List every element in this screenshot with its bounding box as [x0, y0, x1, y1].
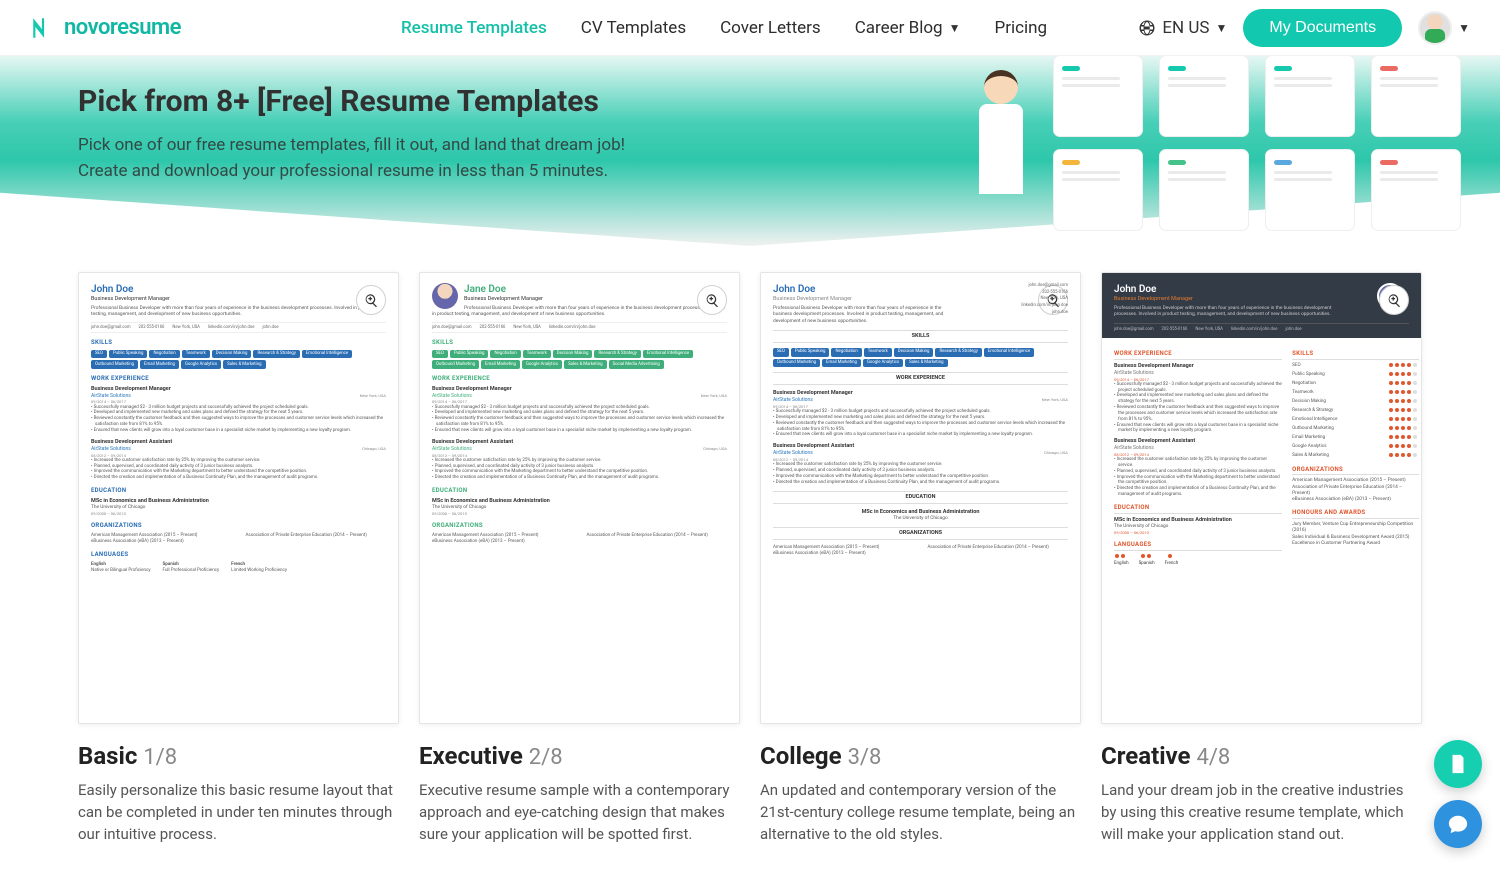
- contact-row: john.doe@gmail.com202-555-0166New York, …: [91, 322, 386, 333]
- nav-right: EN US ▼ My Documents ▼: [1138, 9, 1470, 47]
- magnify-icon: [1387, 293, 1402, 308]
- nav-career-blog-label: Career Blog: [855, 18, 943, 38]
- nav-pricing[interactable]: Pricing: [994, 18, 1047, 38]
- sample-summary: Professional Business Developer with mor…: [91, 306, 386, 318]
- top-nav: novoresume Resume Templates CV Templates…: [0, 0, 1500, 56]
- nav-links: Resume Templates CV Templates Cover Lett…: [401, 18, 1047, 38]
- template-desc: Land your dream job in the creative indu…: [1101, 780, 1422, 845]
- template-preview-creative[interactable]: John Doe Business Development Manager Pr…: [1101, 272, 1422, 724]
- template-desc: Executive resume sample with a contempor…: [419, 780, 740, 845]
- brand-logo[interactable]: novoresume: [30, 15, 181, 41]
- zoom-button[interactable]: [356, 285, 386, 315]
- hero-copy: Pick from 8+ [Free] Resume Templates Pic…: [0, 56, 1500, 184]
- skills-row: SEOPublic SpeakingNegotiationTeamworkDec…: [432, 350, 727, 369]
- account-menu[interactable]: ▼: [1418, 11, 1470, 45]
- sample-name: John Doe: [91, 283, 386, 296]
- nav-resume-templates[interactable]: Resume Templates: [401, 18, 547, 38]
- chevron-down-icon: ▼: [1458, 21, 1470, 35]
- my-documents-button[interactable]: My Documents: [1243, 9, 1402, 47]
- feedback-fab[interactable]: [1434, 740, 1482, 788]
- zoom-button[interactable]: [697, 285, 727, 315]
- magnify-icon: [705, 293, 720, 308]
- hero: Pick from 8+ [Free] Resume Templates Pic…: [0, 56, 1500, 246]
- template-preview-college[interactable]: john.doe@gmail.com202-555-0166New York, …: [760, 272, 1081, 724]
- nav-cv-templates[interactable]: CV Templates: [581, 18, 686, 38]
- sample-role: Business Development Manager: [432, 296, 727, 303]
- template-executive: Jane Doe Business Development Manager Pr…: [419, 272, 740, 845]
- chat-icon: [1447, 813, 1469, 835]
- language-switcher[interactable]: EN US ▼: [1138, 18, 1227, 38]
- creative-body: WORK EXPERIENCE Business Development Man…: [1102, 338, 1421, 577]
- logo-icon: [30, 15, 56, 41]
- skills-rating: SEOPublic SpeakingNegotiationTeamworkDec…: [1292, 363, 1419, 460]
- profile-pic: [432, 283, 458, 309]
- template-preview-basic[interactable]: John Doe Business Development Manager Pr…: [78, 272, 399, 724]
- template-title: Basic 1/8: [78, 742, 399, 770]
- hero-sub2: Create and download your professional re…: [78, 159, 678, 185]
- template-preview-executive[interactable]: Jane Doe Business Development Manager Pr…: [419, 272, 740, 724]
- chevron-down-icon: ▼: [1216, 21, 1228, 35]
- creative-header: John Doe Business Development Manager Pr…: [1102, 273, 1421, 338]
- avatar: [1418, 11, 1452, 45]
- sample-name: Jane Doe: [432, 283, 727, 296]
- brand-name: novoresume: [64, 15, 181, 40]
- fab-column: [1434, 740, 1482, 848]
- template-title: Creative 4/8: [1101, 742, 1422, 770]
- globe-icon: [1138, 19, 1156, 37]
- template-basic: John Doe Business Development Manager Pr…: [78, 272, 399, 845]
- skills-row: SEOPublic SpeakingNegotiationTeamworkDec…: [91, 350, 386, 369]
- magnify-icon: [364, 293, 379, 308]
- zoom-button[interactable]: [1379, 285, 1409, 315]
- contact-col: john.doe@gmail.com202-555-0166New York, …: [1021, 283, 1068, 317]
- document-icon: [1447, 753, 1469, 775]
- template-desc: An updated and contemporary version of t…: [760, 780, 1081, 845]
- hero-title: Pick from 8+ [Free] Resume Templates: [78, 84, 1500, 119]
- chevron-down-icon: ▼: [949, 21, 961, 35]
- templates-grid: John Doe Business Development Manager Pr…: [0, 246, 1500, 875]
- nav-career-blog[interactable]: Career Blog ▼: [855, 18, 961, 38]
- template-desc: Easily personalize this basic resume lay…: [78, 780, 399, 845]
- contact-row: john.doe@gmail.com202-555-0166New York, …: [432, 322, 727, 333]
- template-creative: John Doe Business Development Manager Pr…: [1101, 272, 1422, 845]
- nav-cover-letters[interactable]: Cover Letters: [720, 18, 821, 38]
- sample-role: Business Development Manager: [91, 296, 386, 303]
- skills-row: SEOPublic SpeakingNegotiationTeamworkDec…: [773, 348, 1068, 367]
- hero-sub1: Pick one of our free resume templates, f…: [78, 133, 678, 159]
- language-label: EN US: [1162, 18, 1209, 38]
- template-title: College 3/8: [760, 742, 1081, 770]
- template-college: john.doe@gmail.com202-555-0166New York, …: [760, 272, 1081, 845]
- chat-fab[interactable]: [1434, 800, 1482, 848]
- lang-row: EnglishNative or Bilingual Proficiency S…: [91, 562, 386, 574]
- template-title: Executive 2/8: [419, 742, 740, 770]
